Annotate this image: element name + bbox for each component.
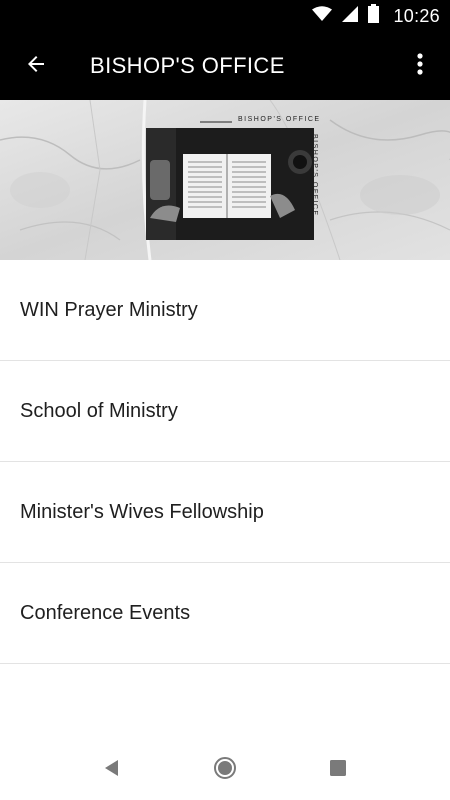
arrow-left-icon (24, 52, 48, 81)
app-bar: BISHOP'S OFFICE (0, 32, 450, 100)
ministry-list: WIN Prayer Ministry School of Ministry M… (0, 260, 450, 664)
banner-caption-side: BISHOP'S OFFICE (311, 134, 318, 217)
list-item-win-prayer-ministry[interactable]: WIN Prayer Ministry (0, 260, 450, 361)
banner-artwork (0, 100, 450, 260)
overflow-menu-button[interactable] (400, 46, 440, 86)
list-item-school-of-ministry[interactable]: School of Ministry (0, 361, 450, 462)
home-circle-icon (213, 756, 237, 785)
list-item-conference-events[interactable]: Conference Events (0, 563, 450, 664)
nav-back-button[interactable] (92, 750, 132, 790)
page-title: BISHOP'S OFFICE (90, 53, 285, 78)
battery-icon (368, 4, 380, 28)
list-item-label: School of Ministry (20, 399, 178, 422)
signal-icon (342, 5, 359, 27)
list-item-label: Minister's Wives Fellowship (20, 500, 264, 523)
recents-square-icon (330, 759, 346, 781)
system-nav-bar (0, 740, 450, 800)
more-vert-icon (416, 52, 424, 81)
list-item-ministers-wives-fellowship[interactable]: Minister's Wives Fellowship (0, 462, 450, 563)
list-item-label: Conference Events (20, 601, 191, 624)
list-item-label: WIN Prayer Ministry (20, 298, 198, 321)
wifi-icon (312, 5, 333, 27)
back-triangle-icon (103, 759, 121, 782)
status-icons: 10:26 (312, 0, 440, 32)
status-time: 10:26 (393, 5, 440, 26)
banner-image: BISHOP'S OFFICE BISHOP'S OFFICE (0, 100, 450, 260)
back-button[interactable] (16, 46, 56, 86)
nav-home-button[interactable] (205, 750, 245, 790)
banner-caption-top: BISHOP'S OFFICE (238, 116, 321, 123)
nav-recents-button[interactable] (318, 750, 358, 790)
status-bar: 10:26 (0, 0, 450, 32)
